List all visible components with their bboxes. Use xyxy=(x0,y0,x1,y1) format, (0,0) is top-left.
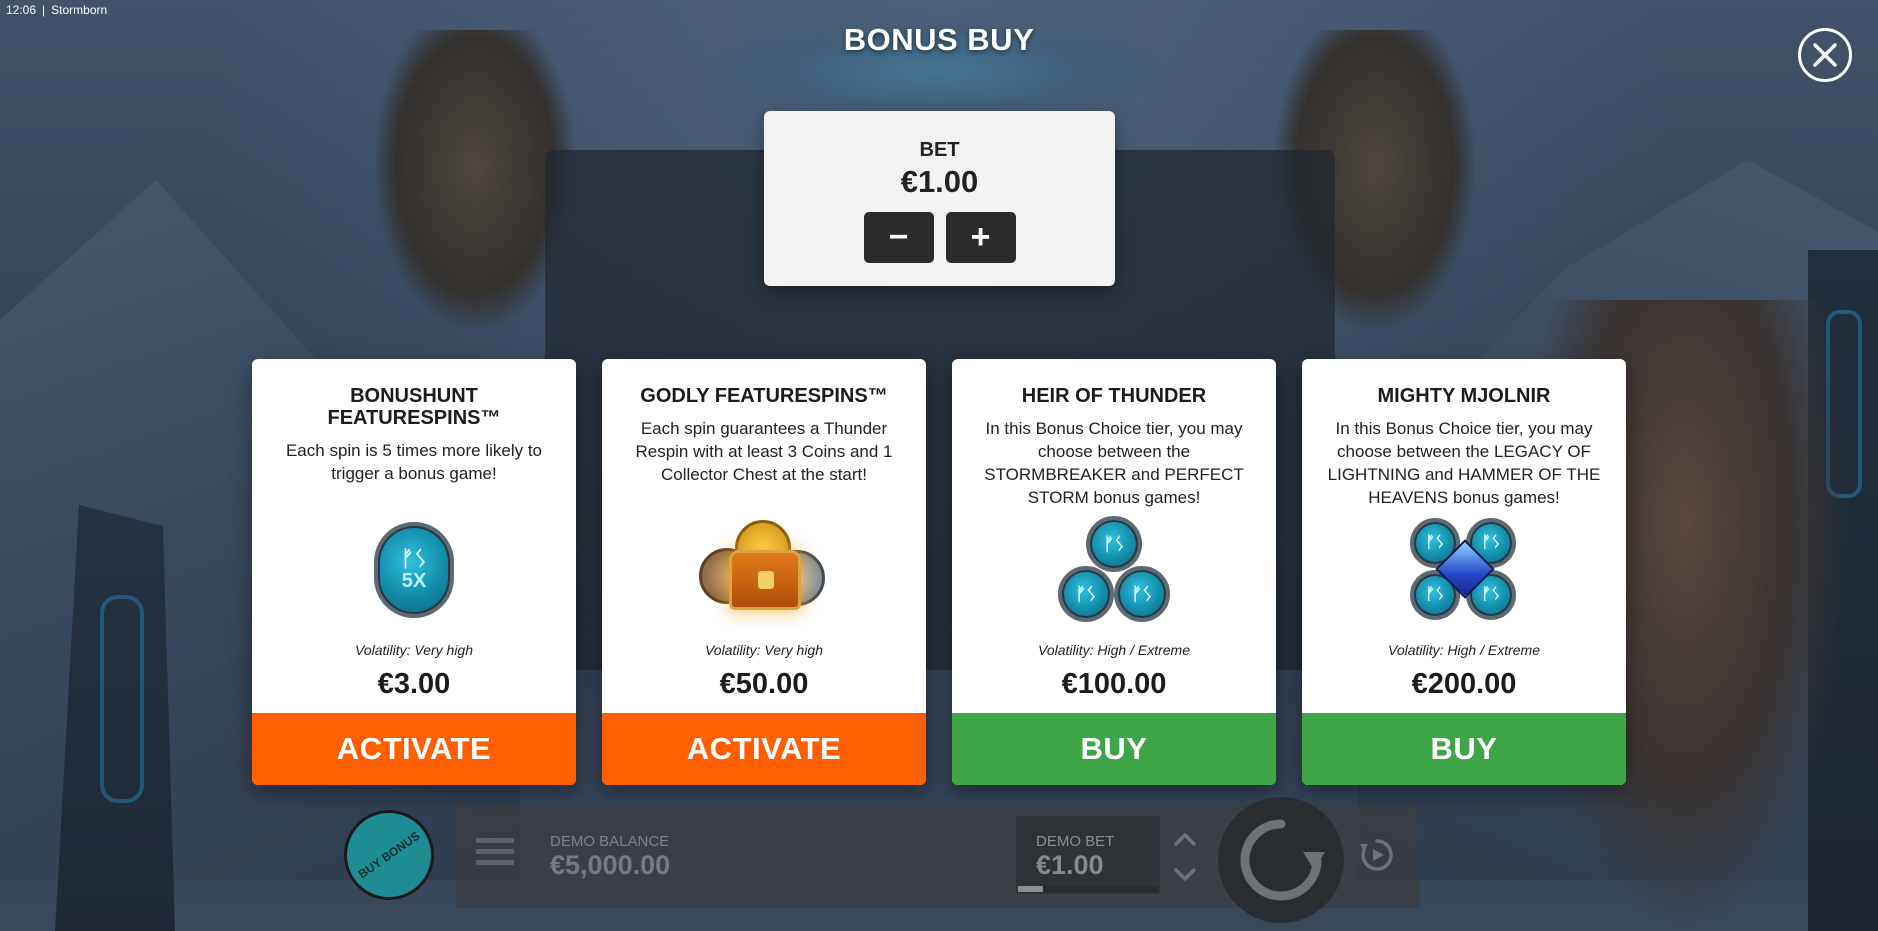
status-time: 12:06 xyxy=(6,3,37,17)
card-description: In this Bonus Choice tier, you may choos… xyxy=(984,419,1244,507)
treasure-chest-icon xyxy=(699,520,829,620)
card-title: HEIR OF THUNDER xyxy=(1021,385,1207,407)
card-title: BONUSHUNT FEATURESPINS™ xyxy=(327,385,501,429)
page-title: BONUS BUY xyxy=(843,22,1035,57)
card-volatility: Volatility: Very high xyxy=(704,642,823,658)
buy-button[interactable]: BUY xyxy=(1302,713,1626,785)
autoplay-icon[interactable] xyxy=(1358,836,1396,874)
demo-bet-label: DEMO BET xyxy=(1036,833,1115,850)
card-volatility: Volatility: High / Extreme xyxy=(1388,642,1540,658)
bet-controls: − + xyxy=(764,212,1115,263)
demo-bet-value: €1.00 xyxy=(1036,850,1104,880)
card-volatility: Volatility: Very high xyxy=(354,642,473,658)
card-icon: ᚠᛊ ᚠᛊ ᚠᛊ ᚠᛊ xyxy=(1302,515,1626,625)
bet-level-bar xyxy=(1018,886,1158,892)
spin-icon xyxy=(1240,819,1325,901)
rune-coin-5x-icon: ᚠᛊ 5X xyxy=(374,522,454,618)
rune-coins-4-gem-icon: ᚠᛊ ᚠᛊ ᚠᛊ ᚠᛊ xyxy=(1408,518,1520,622)
close-button[interactable] xyxy=(1798,28,1852,82)
card-title: GODLY FEATURESPINS™ xyxy=(640,385,888,407)
bet-panel: BET €1.00 − + xyxy=(764,111,1115,286)
card-volatility: Volatility: High / Extreme xyxy=(1038,642,1190,658)
status-app-name: Stormborn xyxy=(51,3,108,17)
buy-button[interactable]: BUY xyxy=(952,713,1276,785)
card-icon: ᚠᛊ ᚠᛊ ᚠᛊ xyxy=(952,515,1276,625)
status-bar: 12:06 | Stormborn xyxy=(6,3,108,17)
bonus-cards: BONUSHUNT FEATURESPINS™ Each spin is 5 t… xyxy=(252,359,1626,785)
card-price: €200.00 xyxy=(1411,668,1517,700)
menu-icon[interactable] xyxy=(476,838,514,870)
rune-multiplier: 5X xyxy=(401,570,427,592)
bonus-card-bonushunt: BONUSHUNT FEATURESPINS™ Each spin is 5 t… xyxy=(252,359,576,785)
card-icon: ᚠᛊ 5X xyxy=(252,515,576,625)
rune-coin-icon: ᚠᛊ xyxy=(1086,516,1142,572)
chevron-down-icon[interactable] xyxy=(1173,862,1197,886)
card-price: €100.00 xyxy=(1061,668,1167,700)
activate-button[interactable]: ACTIVATE xyxy=(602,713,926,785)
card-title: MIGHTY MJOLNIR xyxy=(1377,385,1551,407)
bet-value: €1.00 xyxy=(900,164,979,199)
spin-button[interactable] xyxy=(1218,797,1344,923)
bonus-card-heir-of-thunder: HEIR OF THUNDER In this Bonus Choice tie… xyxy=(952,359,1276,785)
card-icon xyxy=(602,515,926,625)
rune-glyph: ᚠᛊ xyxy=(400,546,428,571)
rune-coin-icon: ᚠᛊ xyxy=(1114,566,1170,622)
bonus-card-mighty-mjolnir: MIGHTY MJOLNIR In this Bonus Choice tier… xyxy=(1302,359,1626,785)
bet-label: BET xyxy=(919,139,960,161)
bet-decrease-button[interactable]: − xyxy=(863,212,934,263)
card-description: In this Bonus Choice tier, you may choos… xyxy=(1327,419,1601,507)
rune-coins-3-icon: ᚠᛊ ᚠᛊ ᚠᛊ xyxy=(1054,516,1174,624)
close-icon xyxy=(1813,43,1837,67)
card-price: €3.00 xyxy=(377,668,451,700)
bonus-card-godly: GODLY FEATURESPINS™ Each spin guarantees… xyxy=(602,359,926,785)
card-description: Each spin is 5 times more likely to trig… xyxy=(285,441,543,483)
chevron-up-icon[interactable] xyxy=(1173,828,1197,852)
demo-balance-value: €5,000.00 xyxy=(550,850,671,880)
bet-level-fill xyxy=(1018,886,1044,892)
card-description: Each spin guarantees a Thunder Respin wi… xyxy=(635,419,893,484)
activate-button[interactable]: ACTIVATE xyxy=(252,713,576,785)
rune-coin-icon: ᚠᛊ xyxy=(1058,566,1114,622)
demo-balance-label: DEMO BALANCE xyxy=(550,833,670,850)
card-price: €50.00 xyxy=(719,668,809,700)
bet-increase-button[interactable]: + xyxy=(945,212,1016,263)
